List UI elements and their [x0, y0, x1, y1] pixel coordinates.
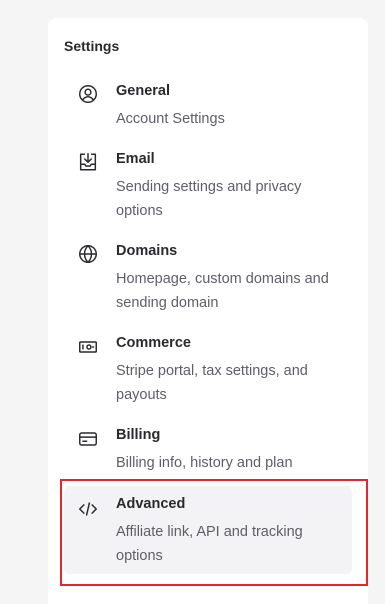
- settings-item-description: Account Settings: [116, 111, 225, 127]
- settings-item-label: General: [116, 83, 170, 99]
- settings-item-label: Commerce: [116, 335, 191, 351]
- settings-item-general[interactable]: General Account Settings: [64, 80, 352, 132]
- settings-item-label: Email: [116, 151, 155, 167]
- settings-item-description: Affiliate link, API and tracking options: [116, 524, 303, 564]
- settings-item-email[interactable]: Email Sending settings and privacy optio…: [64, 148, 352, 224]
- settings-item-description: Homepage, custom domains and sending dom…: [116, 271, 329, 311]
- settings-title: Settings: [64, 38, 120, 54]
- settings-item-label: Domains: [116, 243, 178, 259]
- settings-item-description: Stripe portal, tax settings, and payouts: [116, 363, 308, 403]
- settings-item-advanced[interactable]: Advanced Affiliate link, API and trackin…: [64, 486, 352, 574]
- settings-item-description: Sending settings and privacy options: [116, 179, 302, 219]
- code-icon: [76, 497, 100, 521]
- settings-panel: Settings General Account Settings Email …: [48, 18, 368, 604]
- credit-card-icon: [76, 427, 100, 451]
- settings-item-label: Billing: [116, 427, 161, 443]
- inbox-download-icon: [76, 150, 100, 174]
- settings-item-description: Billing info, history and plan: [116, 455, 293, 471]
- user-circle-icon: [76, 82, 100, 106]
- settings-item-billing[interactable]: Billing Billing info, history and plan: [64, 424, 352, 476]
- banknote-icon: [76, 335, 100, 359]
- settings-item-domains[interactable]: Domains Homepage, custom domains and sen…: [64, 240, 352, 316]
- settings-item-label: Advanced: [116, 496, 186, 512]
- globe-icon: [76, 242, 100, 266]
- settings-item-commerce[interactable]: Commerce Stripe portal, tax settings, an…: [64, 332, 352, 408]
